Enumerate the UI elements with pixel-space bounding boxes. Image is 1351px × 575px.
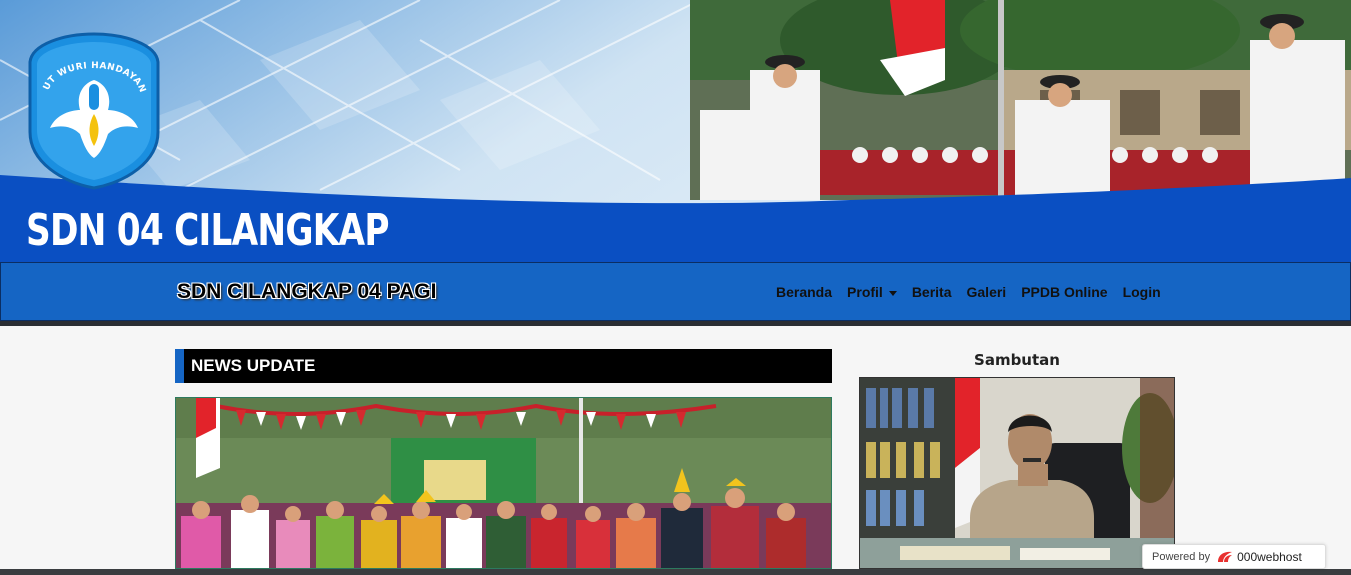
- caret-down-icon: [888, 290, 897, 296]
- webhost-logo-icon: [1218, 551, 1233, 562]
- powered-by-badge[interactable]: Powered by 000webhost: [1142, 544, 1326, 569]
- nav-item-berita[interactable]: Berita: [912, 284, 952, 300]
- news-photo-image: [176, 398, 831, 568]
- sambutan-title: Sambutan: [974, 351, 1060, 369]
- powered-by-label: Powered by: [1152, 550, 1211, 563]
- nav-item-beranda[interactable]: Beranda: [776, 284, 832, 300]
- tut-wuri-handayani-logo: TUT WURI HANDAYANI: [26, 32, 160, 190]
- footer-bar: [0, 569, 1351, 575]
- nav-item-login[interactable]: Login: [1123, 284, 1161, 300]
- news-photo[interactable]: [175, 397, 832, 569]
- news-update-header: NEWS UPDATE: [175, 349, 832, 383]
- school-name-title: SDN 04 CILANGKAP: [26, 205, 389, 256]
- news-update-title: NEWS UPDATE: [191, 356, 316, 375]
- navbar-brand[interactable]: SDN CILANGKAP 04 PAGI: [177, 280, 436, 304]
- main-navbar: SDN CILANGKAP 04 PAGI Beranda Profil Ber…: [0, 262, 1351, 321]
- header-banner: TUT WURI HANDAYANI SDN 04 CILANGKAP: [0, 0, 1351, 262]
- nav-item-profil-label: Profil: [847, 284, 883, 300]
- principal-photo[interactable]: [859, 377, 1175, 569]
- principal-photo-image: [860, 378, 1174, 568]
- nav-item-profil[interactable]: Profil: [847, 284, 897, 300]
- webhost-brand-name: 000webhost: [1237, 549, 1302, 564]
- nav-item-ppdb-online[interactable]: PPDB Online: [1021, 284, 1107, 300]
- nav-item-galeri[interactable]: Galeri: [967, 284, 1007, 300]
- nav-menu: Beranda Profil Berita Galeri PPDB Online…: [776, 284, 1161, 300]
